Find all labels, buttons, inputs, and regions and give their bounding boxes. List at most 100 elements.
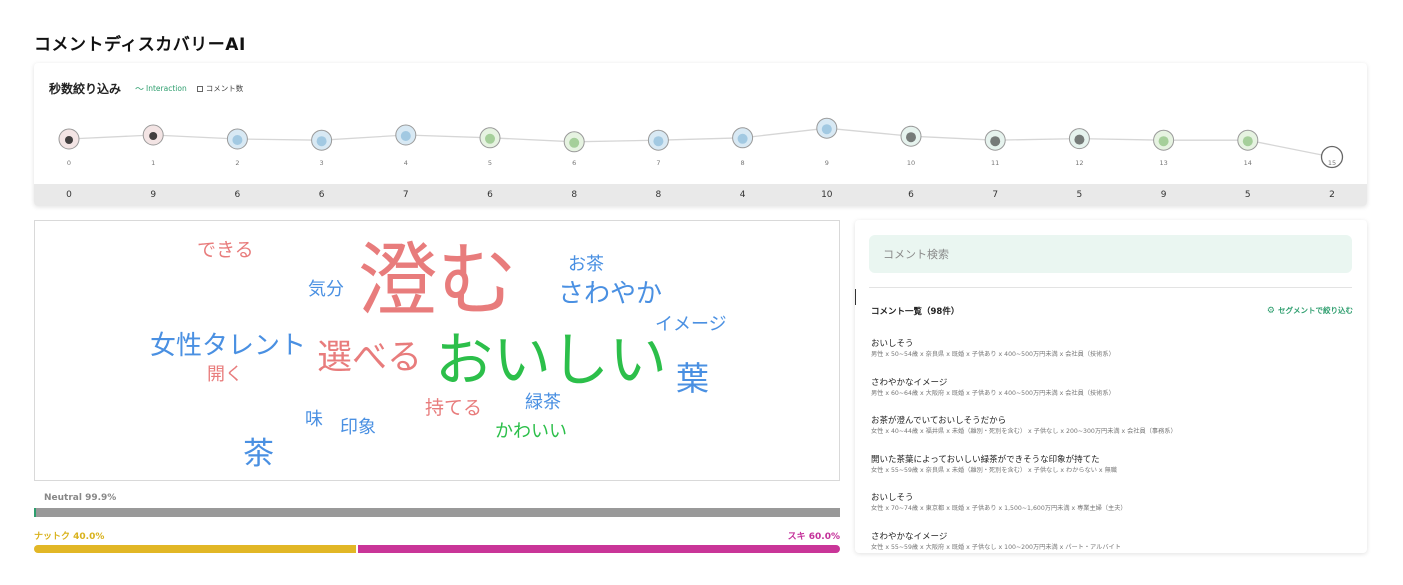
timeline-card: 秒数絞り込み 〜 Interaction コメント数 0 1 2 3 4 5 6 7 8 9 10 1…	[34, 63, 1367, 206]
divider	[869, 287, 1352, 288]
timeline-second-label: 5	[488, 159, 492, 167]
word-cloud-term[interactable]: 印象	[340, 419, 376, 437]
gear-icon: ⚙	[1266, 305, 1275, 316]
suki-bar	[357, 545, 840, 553]
word-cloud-term[interactable]: おいしい	[435, 331, 667, 389]
timeline-thumbnail-0[interactable]	[58, 128, 80, 150]
timeline-second-label: 2	[235, 159, 239, 167]
timeline-thumbnail-8[interactable]	[732, 127, 754, 149]
word-cloud-term[interactable]: かわいい	[495, 423, 567, 441]
timeline-second-label: 6	[572, 159, 576, 167]
timeline-second-label: 14	[1244, 159, 1252, 167]
neutral-bar-edge	[34, 508, 36, 517]
comment-list: おいしそう 男性 x 50~54歳 x 奈良県 x 既婚 x 子供あり x 40…	[871, 338, 1356, 553]
segment-filter-link[interactable]: ⚙ セグメントで絞り込む	[1267, 305, 1353, 316]
timeline-thumbnail-5[interactable]	[479, 127, 501, 149]
timeline-second-label: 11	[991, 159, 999, 167]
comment-count-value: 5	[1076, 190, 1083, 200]
timeline-thumbnail-11[interactable]	[984, 129, 1006, 151]
comment-count-value: 9	[150, 190, 157, 200]
timeline-second-label: 15	[1328, 159, 1336, 167]
comment-count-strip: 0 9 6 6 7 6 8 8 4 10 6 7 5 9 5 2	[34, 184, 1367, 206]
comment-count-value: 4	[739, 190, 746, 200]
timeline-thumbnail-2[interactable]	[226, 128, 248, 150]
comment-count-value: 6	[908, 190, 914, 200]
neutral-label: Neutral 99.9%	[44, 493, 117, 503]
word-cloud-term[interactable]: 持てる	[425, 399, 482, 418]
word-cloud-term[interactable]: 緑茶	[525, 394, 561, 412]
timeline-second-label: 9	[825, 159, 829, 167]
timeline-second-label: 0	[67, 159, 71, 167]
word-cloud-term[interactable]: 味	[305, 411, 323, 429]
timeline-thumbnail-14[interactable]	[1237, 129, 1259, 151]
comment-count-value: 6	[234, 190, 241, 200]
comment-count-value: 6	[487, 190, 493, 200]
timeline-thumbnail-6[interactable]	[563, 131, 585, 153]
timeline-second-label: 10	[907, 159, 915, 167]
comment-meta: 男性 x 50~54歳 x 奈良県 x 既婚 x 子供あり x 400~500万…	[871, 351, 1115, 358]
timeline-thumbnail-9[interactable]	[816, 117, 838, 139]
comment-meta: 女性 x 70~74歳 x 東京都 x 既婚 x 子供あり x 1,500~1,…	[871, 505, 1127, 512]
comment-count-value: 7	[402, 190, 409, 200]
comment-item[interactable]: お茶が澄んでいておいしそうだから 女性 x 40~44歳 x 福井県 x 未婚（…	[871, 415, 1356, 454]
nattoku-bar	[34, 545, 356, 553]
comment-count-value: 9	[1160, 190, 1167, 200]
comment-count-value: 2	[1329, 190, 1335, 200]
timeline-second-label: 7	[656, 159, 660, 167]
word-cloud-term[interactable]: さわやか	[558, 281, 662, 307]
comment-meta: 男性 x 60~64歳 x 大阪府 x 既婚 x 子供あり x 400~500万…	[871, 389, 1115, 397]
timeline-second-label: 3	[320, 159, 324, 167]
comment-item[interactable]: さわやかなイメージ 女性 x 55~59歳 x 大阪府 x 既婚 x 子供なし …	[871, 531, 1356, 554]
neutral-bar	[34, 508, 840, 517]
comment-meta: 女性 x 55~59歳 x 大阪府 x 既婚 x 子供なし x 100~200万…	[871, 543, 1121, 551]
timeline-thumbnail-4[interactable]	[395, 124, 417, 146]
comment-item[interactable]: さわやかなイメージ 男性 x 60~64歳 x 大阪府 x 既婚 x 子供あり …	[871, 377, 1356, 416]
word-cloud-term[interactable]: お茶	[568, 256, 604, 274]
comment-item[interactable]: おいしそう 女性 x 70~74歳 x 東京都 x 既婚 x 子供あり x 1,…	[871, 492, 1356, 531]
sentiment-bar	[34, 545, 840, 553]
word-cloud-term[interactable]: 選べる	[317, 341, 422, 376]
word-cloud-term[interactable]: 澄む	[357, 241, 517, 321]
timeline-thumbnail-1[interactable]	[142, 124, 164, 146]
word-cloud-term[interactable]: 女性タレント	[150, 333, 306, 359]
word-cloud-term[interactable]: 気分	[308, 281, 344, 299]
comment-meta: 女性 x 55~59歳 x 奈良県 x 未婚（離別・死別を含む） x 子供なし …	[871, 466, 1117, 474]
timeline-thumbnail-3[interactable]	[311, 129, 333, 151]
comment-count-value: 8	[571, 190, 578, 200]
comment-count-value: 10	[821, 190, 833, 200]
comment-count-value: 7	[992, 190, 999, 200]
timeline-thumbnail-13[interactable]	[1153, 129, 1175, 151]
comment-text: さわやかなイメージ	[871, 531, 948, 542]
comment-text: さわやかなイメージ	[871, 377, 948, 388]
page-title: コメントディスカバリーAI	[34, 35, 246, 55]
word-cloud-term[interactable]: 葉	[676, 362, 709, 395]
interaction-line	[68, 127, 1333, 158]
timeline-thumbnail-7[interactable]	[647, 129, 669, 151]
timeline-second-label: 8	[741, 159, 745, 167]
comment-item[interactable]: 開いた茶葉によっておいしい緑茶ができそうな印象が持てた 女性 x 55~59歳 …	[871, 454, 1356, 493]
word-cloud-term[interactable]: イメージ	[655, 316, 727, 334]
word-cloud-term[interactable]: 茶	[243, 439, 274, 470]
timeline-second-label: 12	[1075, 159, 1083, 167]
segment-filter-label: セグメントで絞り込む	[1278, 306, 1353, 315]
nattoku-label: ナットク 40.0%	[34, 532, 105, 542]
timeline-second-label: 4	[404, 159, 408, 167]
text-cursor	[855, 289, 856, 305]
comment-meta: 女性 x 40~44歳 x 福井県 x 未婚（離別・死別を含む） x 子供なし …	[871, 428, 1177, 435]
timeline-second-label: 1	[151, 159, 155, 167]
comment-count-value: 5	[1244, 190, 1251, 200]
word-cloud-term[interactable]: 開く	[207, 366, 243, 384]
comment-search-input[interactable]	[869, 235, 1352, 273]
comment-list-header: コメント一覧（98件）	[871, 307, 960, 317]
comment-count-value: 0	[66, 190, 72, 200]
comment-text: 開いた茶葉によっておいしい緑茶ができそうな印象が持てた	[871, 454, 1100, 465]
timeline-thumbnail-10[interactable]	[900, 125, 922, 147]
word-cloud-term[interactable]: できる	[197, 241, 254, 260]
comment-item[interactable]: おいしそう 男性 x 50~54歳 x 奈良県 x 既婚 x 子供あり x 40…	[871, 338, 1356, 377]
suki-label: スキ 60.0%	[787, 532, 840, 542]
comment-text: おいしそう	[871, 339, 914, 349]
timeline-thumbnail-12[interactable]	[1068, 128, 1090, 150]
interaction-timeline: 0 1 2 3 4 5 6 7 8 9 10 11 12 13 14 15	[58, 117, 1344, 169]
comment-count-value: 6	[318, 190, 325, 200]
word-cloud: 澄むおいしい 選べる 女性タレント さわやか葉茶 できるお茶気分イメージ開く持てる 緑茶味…	[34, 220, 840, 481]
